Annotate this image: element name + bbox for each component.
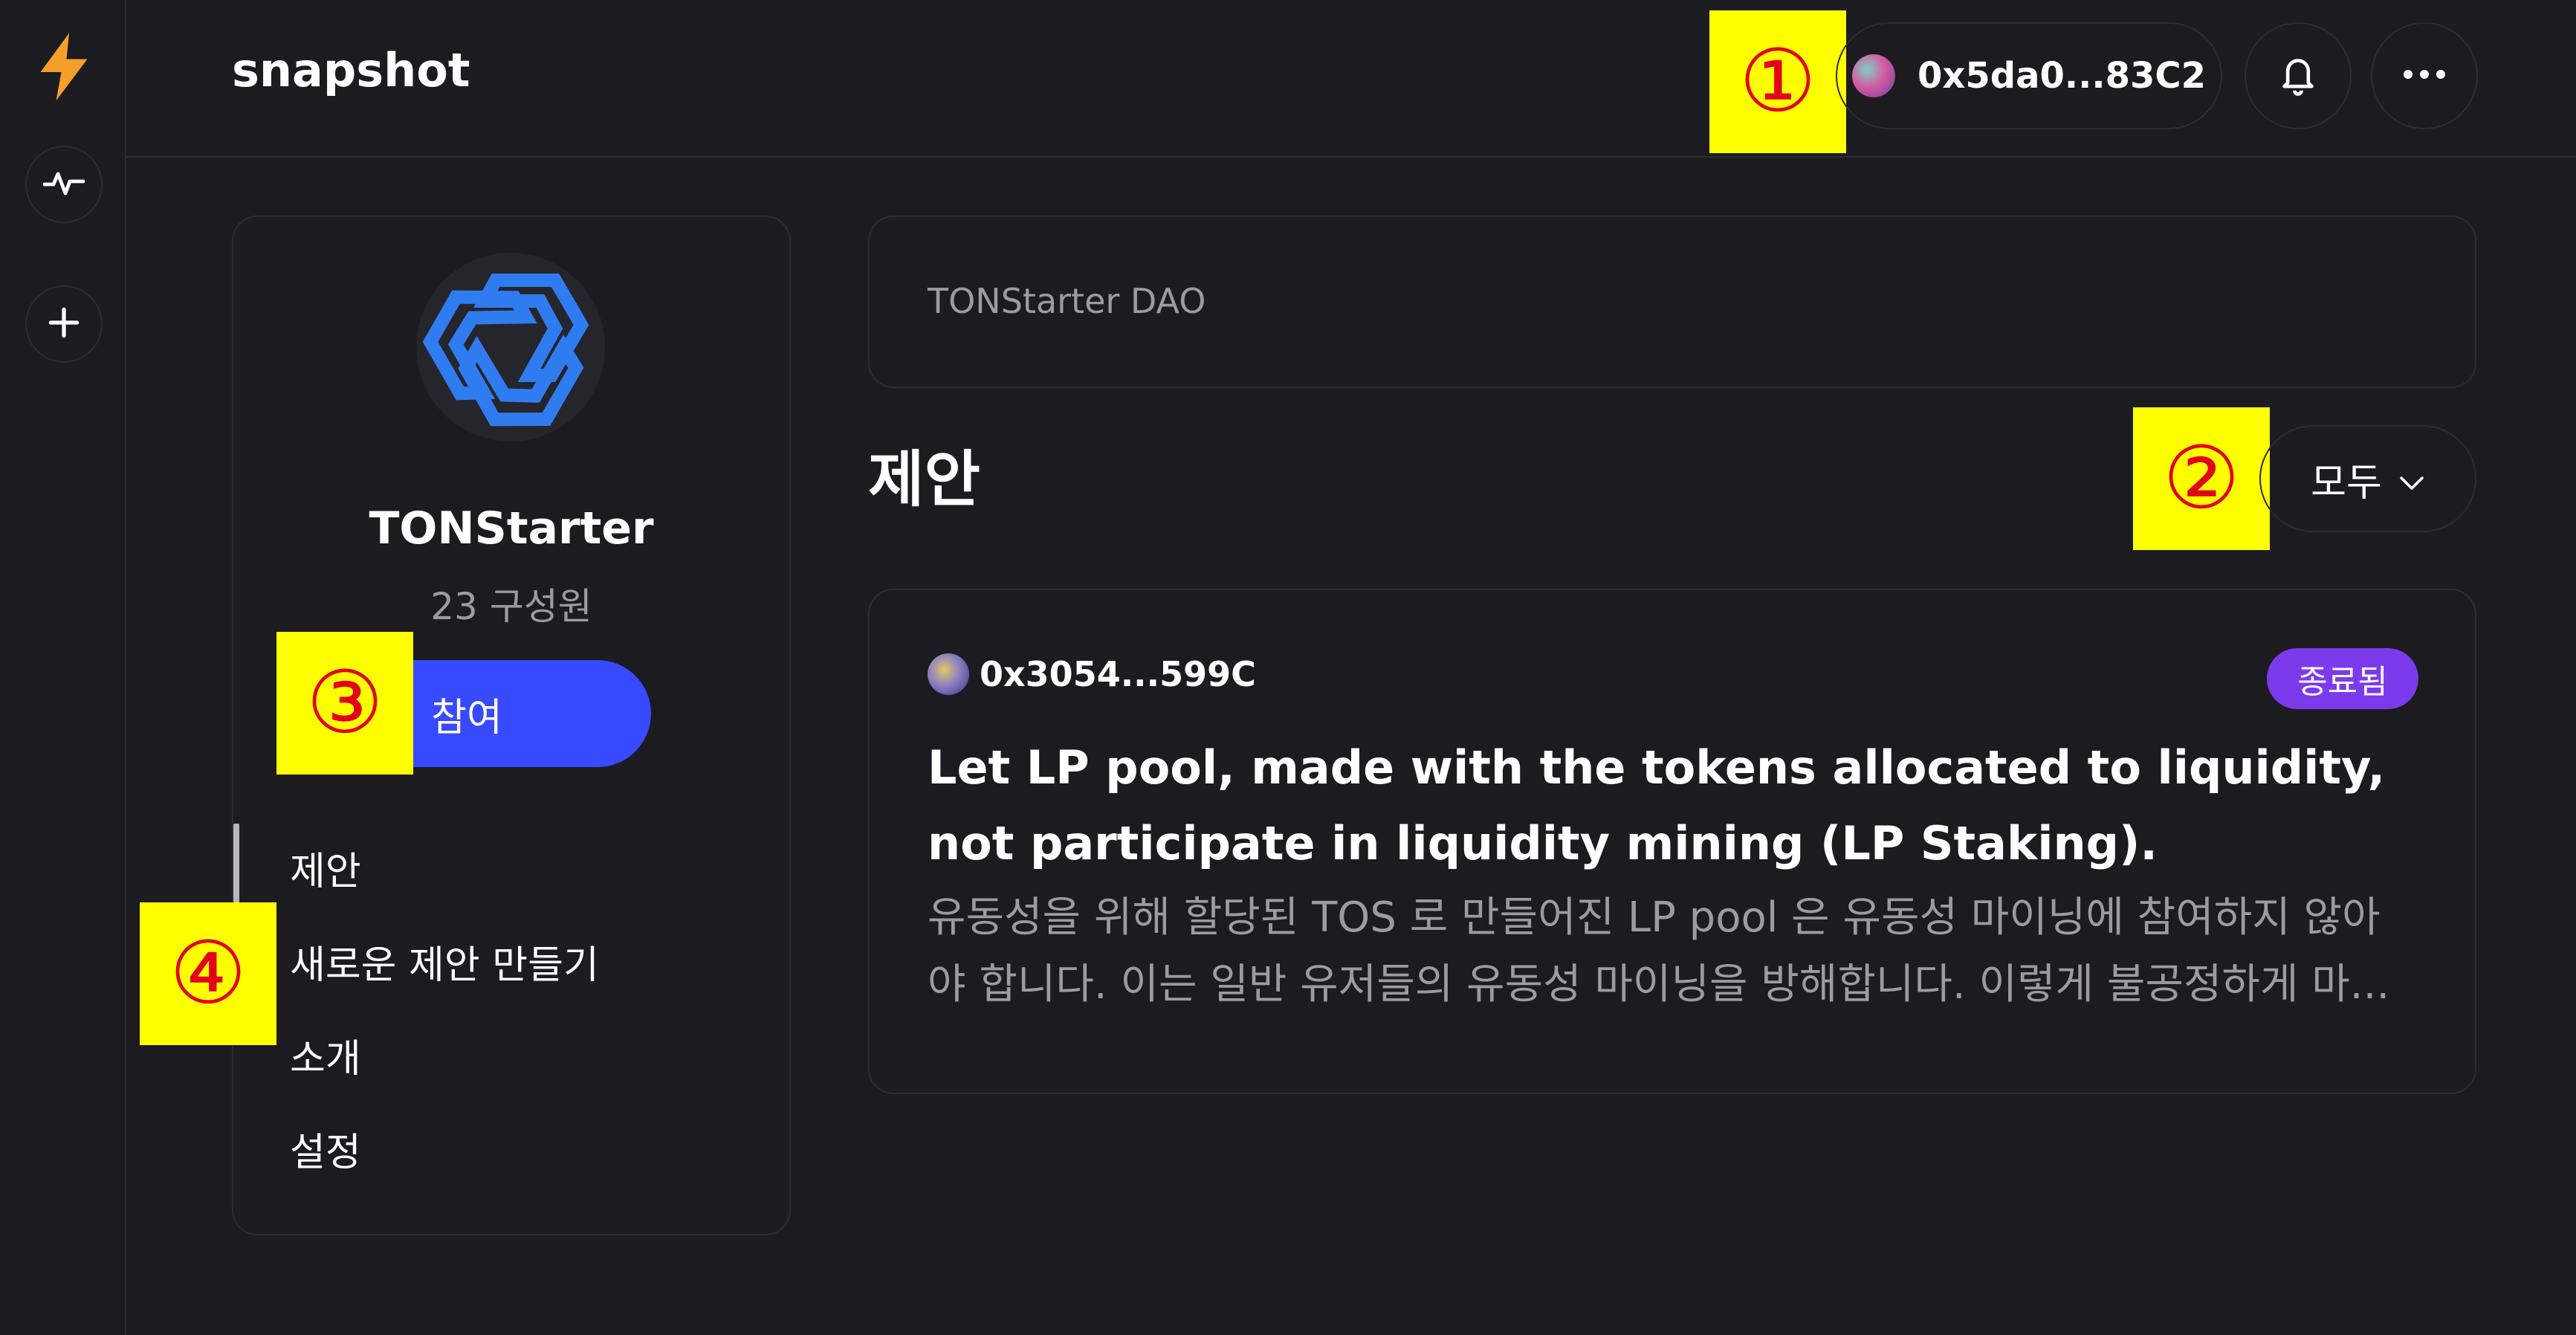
bell-icon — [2277, 52, 2319, 100]
author-address: 0x3054...599C — [980, 654, 1256, 694]
create-space-button[interactable] — [25, 285, 103, 363]
callout-marker-3: ③ — [276, 632, 413, 775]
author-avatar — [928, 653, 969, 695]
activity-icon — [42, 168, 85, 201]
proposal-filter-dropdown[interactable]: 모두 — [2259, 425, 2476, 532]
nav-item-about[interactable]: 소개 — [290, 1027, 361, 1083]
nav-item-proposals[interactable]: 제안 — [290, 840, 361, 896]
space-name: TONStarter — [369, 502, 654, 555]
chevron-down-icon — [2398, 456, 2425, 501]
plus-icon — [48, 306, 80, 342]
proposal-title-line-2: not participate in liquidity mining (LP … — [928, 816, 2158, 870]
proposal-excerpt: 유동성을 위해 할당된 TOS 로 만들어진 LP pool 은 유동성 마이닝… — [928, 885, 2436, 1026]
more-options-button[interactable] — [2371, 22, 2478, 129]
wallet-button[interactable]: 0x5da0...83C2 — [1836, 22, 2222, 129]
status-badge: 종료됨 — [2267, 648, 2418, 709]
space-header-title: TONStarter DAO — [928, 281, 1206, 321]
space-logo — [416, 253, 605, 442]
wallet-address: 0x5da0...83C2 — [1917, 55, 2207, 97]
callout-marker-1: ① — [1709, 10, 1846, 153]
proposal-title[interactable]: Let LP pool, made with the tokens alloca… — [928, 730, 2444, 882]
nav-item-settings[interactable]: 설정 — [290, 1121, 361, 1177]
more-horizontal-icon — [2402, 68, 2447, 83]
callout-marker-2: ② — [2133, 407, 2270, 550]
member-count: 23 구성원 — [430, 585, 592, 628]
proposal-title-line-1: Let LP pool, made with the tokens alloca… — [928, 740, 2386, 795]
proposal-excerpt-line-2: 야 합니다. 이는 일반 유저들의 유동성 마이닝을 방해합니다. 이렇게 불공… — [928, 960, 2390, 1009]
proposal-excerpt-line-1: 유동성을 위해 할당된 TOS 로 만들어진 LP pool 은 유동성 마이닝… — [928, 893, 2381, 942]
proposals-heading: 제안 — [868, 445, 980, 515]
nav-active-indicator — [233, 824, 239, 908]
wallet-avatar — [1851, 54, 1895, 97]
callout-marker-4: ④ — [140, 902, 276, 1045]
nav-item-new-proposal[interactable]: 새로운 제안 만들기 — [290, 934, 599, 989]
proposal-author[interactable]: 0x3054...599C — [928, 651, 1256, 697]
app-logo-text[interactable]: snapshot — [232, 43, 470, 97]
notifications-button[interactable] — [2245, 22, 2352, 129]
lightning-icon[interactable] — [25, 28, 103, 106]
filter-label: 모두 — [2311, 460, 2382, 505]
activity-button[interactable] — [25, 146, 103, 223]
